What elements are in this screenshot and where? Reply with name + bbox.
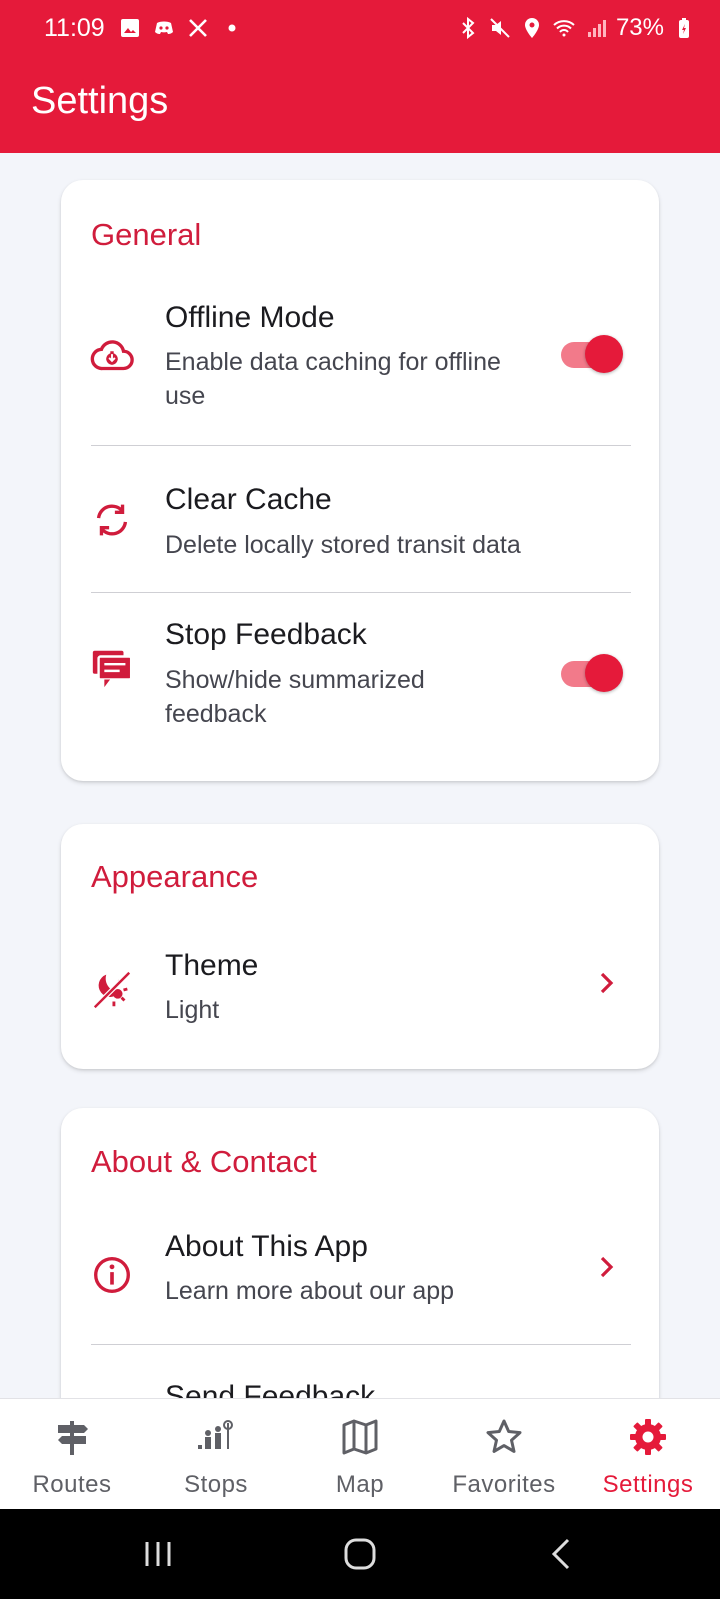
offline-mode-row[interactable]: Offline Mode Enable data caching for off… — [61, 288, 659, 442]
stop-feedback-toggle[interactable] — [561, 653, 623, 693]
chevron-right-icon — [600, 1256, 614, 1278]
battery-icon — [679, 18, 689, 38]
clear-cache-row[interactable]: Clear Cache Delete locally stored transi… — [61, 446, 659, 591]
people-stop-icon — [198, 1420, 233, 1449]
section-title-appearance: Appearance — [91, 859, 259, 894]
theme-title: Theme — [165, 949, 259, 982]
theme-icon — [93, 971, 131, 1009]
bottom-navigation: Routes Stops Map Favorites Settings — [0, 1398, 720, 1510]
refresh-icon — [96, 504, 128, 536]
general-card: General Offline Mode Enable data caching… — [61, 180, 659, 781]
nav-label-stops: Stops — [184, 1471, 248, 1498]
clear-cache-title: Clear Cache — [165, 483, 332, 516]
clear-cache-subtitle: Delete locally stored transit data — [165, 531, 521, 559]
location-icon — [524, 18, 539, 38]
theme-value: Light — [165, 996, 220, 1024]
about-app-row[interactable]: About This App Learn more about our app — [61, 1208, 659, 1338]
nav-settings[interactable]: Settings — [576, 1399, 720, 1510]
status-bar: 11:09 73% — [0, 0, 720, 60]
home-icon[interactable] — [340, 1534, 380, 1574]
about-card: About & Contact About This App Learn mor… — [61, 1108, 659, 1398]
dot-icon — [228, 24, 236, 32]
appearance-card: Appearance Theme Light — [61, 824, 659, 1069]
send-feedback-row[interactable]: Send Feedback — [61, 1345, 659, 1398]
toggle-thumb — [585, 335, 623, 373]
feedback-icon — [92, 650, 133, 688]
about-app-subtitle: Learn more about our app — [165, 1277, 455, 1305]
offline-mode-subtitle: Enable data caching for offline use — [165, 348, 501, 410]
mute-icon — [490, 18, 510, 38]
recent-apps-icon[interactable] — [138, 1534, 178, 1574]
signal-icon — [587, 20, 606, 37]
nav-routes[interactable]: Routes — [0, 1399, 144, 1510]
cloud-download-icon — [90, 340, 134, 371]
stop-feedback-subtitle: Show/hide summarized feedback — [165, 666, 425, 728]
nav-label-settings: Settings — [602, 1471, 694, 1498]
status-time: 11:09 — [44, 14, 105, 42]
send-feedback-title: Send Feedback — [165, 1380, 376, 1398]
toggle-thumb — [585, 654, 623, 692]
nav-stops[interactable]: Stops — [144, 1399, 288, 1510]
back-icon[interactable] — [542, 1534, 582, 1574]
stop-feedback-title: Stop Feedback — [165, 618, 367, 651]
x-icon — [189, 19, 207, 37]
about-app-title: About This App — [165, 1230, 368, 1263]
chevron-right-icon — [600, 972, 614, 994]
section-title-about: About & Contact — [91, 1144, 317, 1179]
battery-percent: 73% — [615, 14, 664, 41]
nav-label-map: Map — [335, 1471, 385, 1498]
wifi-icon — [553, 20, 575, 37]
nav-favorites[interactable]: Favorites — [432, 1399, 576, 1510]
gear-icon — [630, 1419, 666, 1455]
star-icon — [486, 1419, 522, 1453]
app-bar: 11:09 73% Settings — [0, 0, 720, 153]
signpost-icon — [58, 1421, 88, 1455]
theme-row[interactable]: Theme Light — [61, 924, 659, 1054]
offline-mode-title: Offline Mode — [165, 301, 335, 334]
page-title: Settings — [31, 80, 169, 122]
discord-icon — [155, 21, 173, 34]
notification-icons — [118, 16, 244, 40]
map-icon — [342, 1419, 378, 1455]
stop-feedback-row[interactable]: Stop Feedback Show/hide summarized feedb… — [61, 593, 659, 773]
offline-mode-toggle[interactable] — [561, 334, 623, 374]
image-icon — [121, 19, 139, 37]
bluetooth-icon — [462, 16, 475, 40]
system-status: 73% — [456, 14, 696, 42]
settings-list[interactable]: General Offline Mode Enable data caching… — [0, 153, 720, 1398]
system-navigation-bar — [0, 1509, 720, 1599]
nav-label-favorites: Favorites — [452, 1471, 556, 1498]
nav-map[interactable]: Map — [288, 1399, 432, 1510]
section-title-general: General — [91, 217, 202, 252]
nav-label-routes: Routes — [32, 1471, 112, 1498]
info-icon — [94, 1257, 130, 1293]
